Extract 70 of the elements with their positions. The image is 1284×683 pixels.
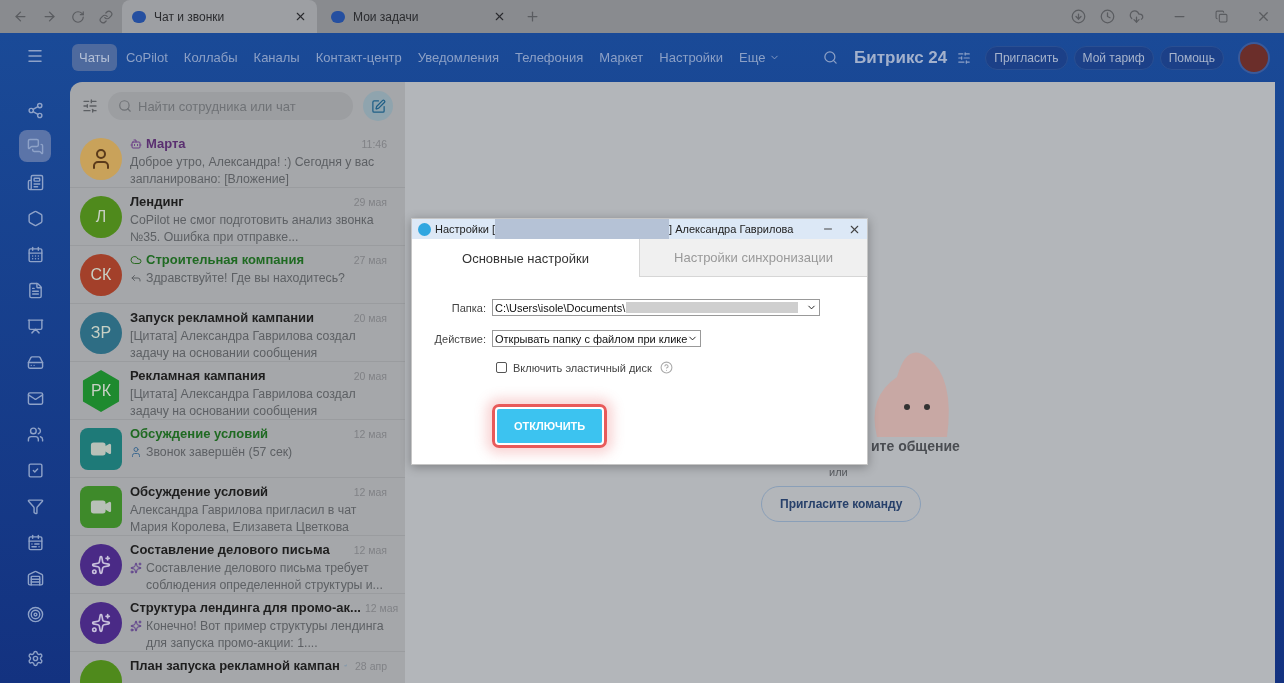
bot-icon xyxy=(130,137,142,150)
filter-icon[interactable] xyxy=(82,98,98,114)
chat-title: Составление делового письма xyxy=(130,542,330,557)
close-icon[interactable] xyxy=(294,10,307,23)
chat-preview: Звонок завершён (57 сек) xyxy=(146,444,293,461)
close-icon[interactable] xyxy=(493,10,506,23)
header-button[interactable]: Мой тариф xyxy=(1073,45,1154,70)
nav-tab[interactable]: Уведомления xyxy=(410,44,507,71)
header-button[interactable]: Помощь xyxy=(1159,45,1224,70)
nav-tab[interactable]: Еще xyxy=(732,44,787,71)
search-icon[interactable] xyxy=(823,50,839,65)
initials-avatar: СК xyxy=(80,254,122,296)
field-label: Действие: xyxy=(433,332,486,345)
chat-title: Рекламная кампания xyxy=(130,368,266,383)
sparkle-icon xyxy=(130,620,142,632)
pen-icon xyxy=(370,98,386,114)
nav-tab[interactable]: Каналы xyxy=(246,44,307,71)
initials-avatar: Л xyxy=(80,196,122,238)
sliders-icon[interactable] xyxy=(957,50,972,65)
search-icon xyxy=(118,99,132,113)
invite-team-button[interactable]: Пригласите команду xyxy=(761,486,922,522)
nav-tab[interactable]: CoPilot xyxy=(118,44,175,71)
reply-icon xyxy=(130,272,142,284)
nav-tab[interactable]: Коллабы xyxy=(176,44,245,71)
field-label: Папка: xyxy=(450,301,486,314)
dialog-title: ] Александра Гаврилова xyxy=(669,223,794,235)
app-logo-icon xyxy=(418,222,431,236)
nav-tab[interactable]: Телефония xyxy=(508,44,591,71)
chat-preview: [Цитата] Александра Гаврилова создал задачу на основании сообщения xyxy=(130,386,357,420)
browser-tab[interactable]: Мои задачи xyxy=(321,0,516,33)
chat-preview: Александра Гаврилова пригласил в чат Мария Королева, Елизавета Цветкова xyxy=(130,502,358,536)
empty-heading: ите общение xyxy=(871,438,960,454)
chat-preview: [Цитата] Александра Гаврилова создал задачу на основании сообщения xyxy=(130,328,357,362)
select-field[interactable]: Открывать папку с файлом при клике xyxy=(492,330,702,347)
dialog-title: Настройки [ xyxy=(435,223,496,235)
tab-title: Чат и звонки xyxy=(154,9,226,24)
browser-tab[interactable]: Чат и звонки xyxy=(122,0,317,33)
checkbox-label: Включить эластичный диск xyxy=(513,361,652,374)
chat-preview: Здравствуйте! Где вы находитесь? xyxy=(146,270,345,287)
tab-title: Мои задачи xyxy=(353,9,420,24)
initials-avatar: ЗР xyxy=(80,312,122,354)
select-field[interactable]: C:\Users\isole\Documents\ xyxy=(492,299,820,316)
nav-tab[interactable]: Контакт-центр xyxy=(308,44,409,71)
logo: Битрикс 24 xyxy=(854,47,948,68)
hexagon-avatar: РК xyxy=(80,370,122,412)
chat-title: Марта xyxy=(146,136,186,151)
nav-tab[interactable]: Чаты xyxy=(72,44,117,71)
compose-button[interactable] xyxy=(363,91,393,121)
chat-preview: Конечно! Вот пример структуры лендинга для запуска промо-акции: 1.... xyxy=(146,618,385,652)
user-icon xyxy=(130,446,142,458)
dialog-tab[interactable]: Настройки синхронизации xyxy=(639,239,867,277)
chat-preview: Доброе утро, Александра! :) Сегодня у вас запланировано: [Вложение] xyxy=(130,154,376,188)
chat-preview: Составление делового письма требует соблюдения определенной структуры и... xyxy=(146,560,384,594)
chat-title: Запуск рекламной кампании xyxy=(130,310,315,325)
chat-preview: CoPilot не смог подготовить анализ звонка №35. Ошибка при отправке... xyxy=(130,212,375,246)
sparkle-icon xyxy=(130,562,142,574)
chat-title: Строительная компания xyxy=(146,252,304,267)
or-text: или xyxy=(829,466,848,478)
help-icon[interactable] xyxy=(659,361,673,374)
header-button[interactable]: Пригласить xyxy=(985,45,1068,70)
cloud-icon xyxy=(130,253,142,266)
chat-title: План запуска рекламной кампан xyxy=(130,658,340,673)
chat-title: Обсуждение условий xyxy=(130,484,269,499)
chat-title: Структура лендинга для промо-ак... xyxy=(130,600,361,615)
checkbox[interactable] xyxy=(496,362,507,373)
nav-tab[interactable]: Настройки xyxy=(652,44,731,71)
chat-title: Обсуждение условий xyxy=(130,426,269,441)
chat-icon[interactable] xyxy=(19,130,51,162)
chat-title: Лендинг xyxy=(130,194,184,209)
nav-tab[interactable]: Маркет xyxy=(592,44,651,71)
